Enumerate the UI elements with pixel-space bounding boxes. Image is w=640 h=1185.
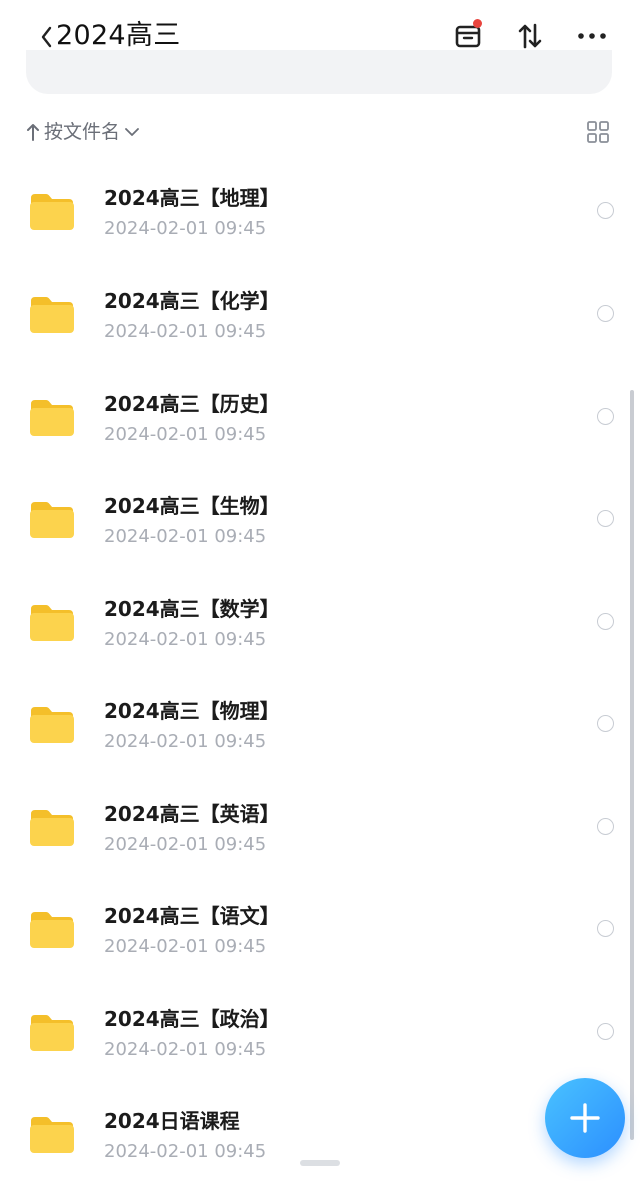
file-date: 2024-02-01 09:45 — [104, 936, 267, 957]
folder-icon — [28, 601, 76, 643]
file-date: 2024-02-01 09:45 — [104, 424, 267, 445]
folder-icon — [28, 396, 76, 438]
list-item[interactable]: 2024高三【化学】 2024-02-01 09:45 — [0, 263, 640, 365]
file-name: 2024高三【生物】 — [104, 494, 280, 518]
chevron-down-icon — [125, 128, 139, 136]
back-icon[interactable] — [38, 24, 58, 50]
search-bar[interactable] — [26, 50, 612, 94]
folder-icon — [28, 703, 76, 745]
file-name: 2024高三【物理】 — [104, 699, 280, 723]
select-radio[interactable] — [597, 613, 614, 630]
file-name: 2024高三【语文】 — [104, 904, 280, 928]
folder-icon — [28, 806, 76, 848]
plus-icon — [570, 1103, 600, 1133]
scrollbar[interactable] — [630, 390, 634, 1140]
list-item[interactable]: 2024高三【物理】 2024-02-01 09:45 — [0, 673, 640, 775]
file-date: 2024-02-01 09:45 — [104, 1141, 267, 1162]
file-date: 2024-02-01 09:45 — [104, 526, 267, 547]
page-title: 2024高三 — [56, 20, 181, 51]
folder-icon — [28, 293, 76, 335]
folder-icon — [28, 498, 76, 540]
folder-icon — [28, 908, 76, 950]
list-item[interactable]: 2024高三【语文】 2024-02-01 09:45 — [0, 878, 640, 980]
select-radio[interactable] — [597, 510, 614, 527]
list-item[interactable]: 2024高三【政治】 2024-02-01 09:45 — [0, 981, 640, 1083]
notification-dot — [473, 19, 482, 28]
sort-up-arrow-icon — [27, 124, 39, 141]
home-indicator — [300, 1160, 340, 1166]
select-radio[interactable] — [597, 818, 614, 835]
list-item[interactable]: 2024高三【生物】 2024-02-01 09:45 — [0, 468, 640, 570]
list-item[interactable]: 2024高三【数学】 2024-02-01 09:45 — [0, 571, 640, 673]
list-item[interactable]: 2024高三【历史】 2024-02-01 09:45 — [0, 366, 640, 468]
file-name: 2024高三【英语】 — [104, 802, 280, 826]
file-date: 2024-02-01 09:45 — [104, 218, 267, 239]
sort-row: 按文件名 — [0, 110, 640, 154]
file-name: 2024高三【历史】 — [104, 392, 280, 416]
select-radio[interactable] — [597, 202, 614, 219]
file-date: 2024-02-01 09:45 — [104, 629, 267, 650]
file-date: 2024-02-01 09:45 — [104, 731, 267, 752]
select-radio[interactable] — [597, 920, 614, 937]
file-name: 2024高三【化学】 — [104, 289, 280, 313]
sort-label: 按文件名 — [44, 121, 121, 143]
folder-icon — [28, 1011, 76, 1053]
file-name: 2024高三【数学】 — [104, 597, 280, 621]
file-date: 2024-02-01 09:45 — [104, 1039, 267, 1060]
file-name: 2024高三【地理】 — [104, 186, 280, 210]
add-button[interactable] — [545, 1078, 625, 1158]
grid-view-icon[interactable] — [586, 120, 610, 144]
sort-selector[interactable]: 按文件名 — [26, 120, 140, 144]
file-name: 2024日语课程 — [104, 1109, 240, 1133]
select-radio[interactable] — [597, 408, 614, 425]
list-item[interactable]: 2024高三【英语】 2024-02-01 09:45 — [0, 776, 640, 878]
folder-icon — [28, 190, 76, 232]
file-date: 2024-02-01 09:45 — [104, 834, 267, 855]
list-item[interactable]: 2024高三【地理】 2024-02-01 09:45 — [0, 160, 640, 262]
select-radio[interactable] — [597, 305, 614, 322]
list-item[interactable]: 2024日语课程 2024-02-01 09:45 — [0, 1083, 640, 1185]
file-name: 2024高三【政治】 — [104, 1007, 280, 1031]
select-radio[interactable] — [597, 715, 614, 732]
select-radio[interactable] — [597, 1023, 614, 1040]
folder-icon — [28, 1113, 76, 1155]
file-date: 2024-02-01 09:45 — [104, 321, 267, 342]
